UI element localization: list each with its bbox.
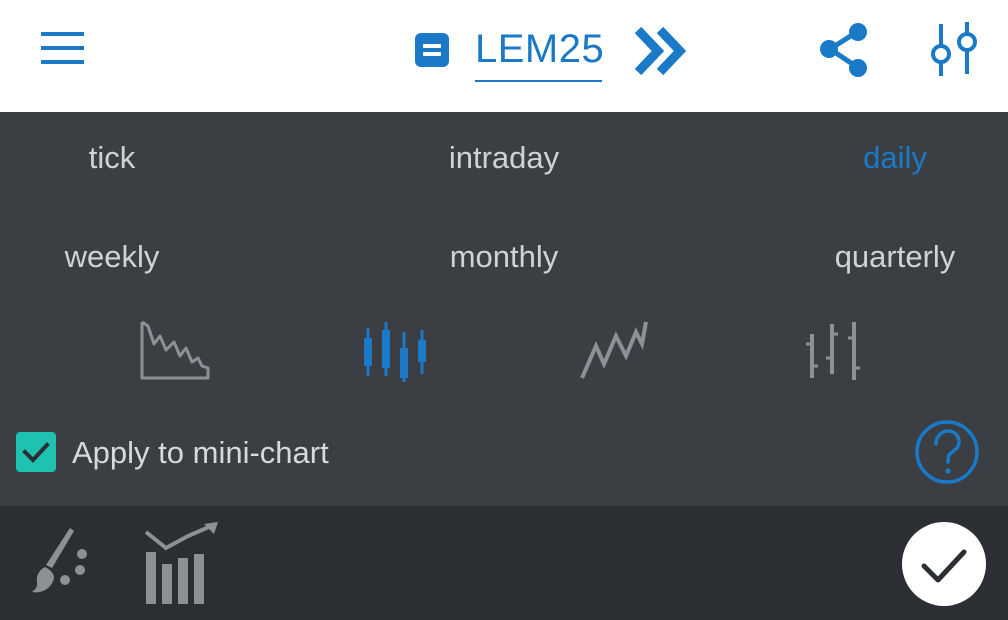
double-chevron-right-icon[interactable] [632,22,692,80]
indicators-chart-icon[interactable] [142,518,224,606]
brush-icon[interactable] [26,524,92,596]
candlestick-chart-icon[interactable] [358,320,432,384]
symbol-underline [475,80,602,82]
ohlc-bar-chart-icon[interactable] [804,320,864,382]
period-daily[interactable]: daily [863,138,927,178]
instrument-symbol[interactable]: LEM25 [475,24,604,74]
period-quarterly[interactable]: quarterly [835,237,956,277]
help-circle-icon[interactable] [913,418,981,486]
checkmark-icon [22,442,50,463]
period-monthly[interactable]: monthly [450,237,559,277]
sliders-icon[interactable] [924,18,984,80]
apply-mini-chart-label: Apply to mini-chart [72,435,329,470]
mountain-chart-icon[interactable] [136,318,212,382]
document-icon[interactable] [414,32,450,68]
share-icon[interactable] [816,20,876,80]
checkmark-icon [921,549,967,583]
hamburger-menu-icon[interactable] [34,28,90,68]
confirm-button[interactable] [902,522,986,606]
top-toolbar: LEM25 [0,0,1008,112]
period-weekly[interactable]: weekly [65,237,160,277]
line-chart-icon[interactable] [578,320,652,382]
period-tick[interactable]: tick [89,138,136,178]
apply-mini-chart-checkbox[interactable] [16,432,56,472]
period-intraday[interactable]: intraday [449,138,559,178]
